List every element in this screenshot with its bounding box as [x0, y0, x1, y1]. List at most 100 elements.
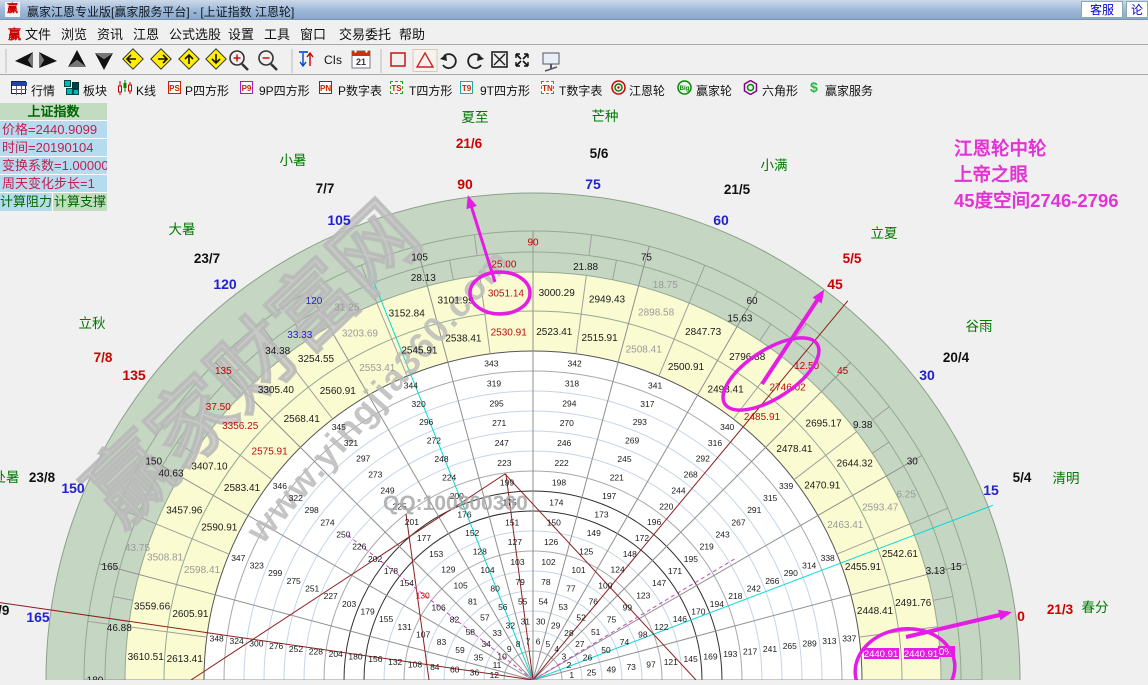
svg-text:267: 267 [731, 517, 745, 527]
svg-text:149: 149 [587, 528, 601, 538]
svg-text:56: 56 [498, 602, 508, 612]
svg-text:135: 135 [122, 367, 146, 383]
svg-text:7: 7 [526, 636, 531, 646]
svg-text:193: 193 [723, 649, 737, 659]
svg-text:7/7: 7/7 [316, 181, 335, 196]
svg-text:2538.41: 2538.41 [445, 334, 482, 345]
svg-text:98: 98 [638, 630, 648, 640]
svg-text:121: 121 [664, 657, 678, 667]
svg-text:150: 150 [61, 480, 85, 496]
svg-text:33.33: 33.33 [287, 330, 312, 341]
svg-text:33: 33 [492, 628, 502, 638]
svg-text:132: 132 [388, 657, 402, 667]
svg-text:123: 123 [636, 590, 650, 600]
svg-text:289: 289 [803, 639, 817, 649]
svg-text:2463.41: 2463.41 [827, 520, 864, 531]
svg-text:125: 125 [579, 547, 593, 557]
svg-text:315: 315 [763, 493, 777, 503]
svg-text:CIs: CIs [324, 53, 342, 67]
svg-text:222: 222 [555, 458, 569, 468]
svg-text:3559.66: 3559.66 [134, 602, 171, 613]
svg-text:195: 195 [684, 554, 698, 564]
svg-text:146: 146 [673, 614, 687, 624]
svg-text:2605.91: 2605.91 [172, 609, 209, 620]
svg-text:45: 45 [827, 276, 843, 292]
svg-text:40.63: 40.63 [158, 469, 183, 480]
svg-text:318: 318 [565, 379, 579, 389]
svg-text:268: 268 [684, 470, 698, 480]
svg-text:340: 340 [720, 422, 734, 432]
svg-text:106: 106 [432, 603, 446, 613]
svg-text:0: 0 [1017, 608, 1025, 624]
svg-text:228: 228 [309, 646, 323, 656]
svg-text:3356.25: 3356.25 [222, 421, 259, 432]
svg-text:75: 75 [585, 176, 601, 192]
svg-text:172: 172 [635, 533, 649, 543]
svg-text:23/8: 23/8 [29, 470, 56, 485]
svg-text:3152.84: 3152.84 [389, 309, 426, 320]
svg-text:197: 197 [602, 491, 616, 501]
svg-text:345: 345 [332, 422, 346, 432]
svg-text:26: 26 [583, 652, 593, 662]
svg-text:9: 9 [507, 644, 512, 654]
svg-text:3407.10: 3407.10 [191, 461, 228, 472]
svg-text:154: 154 [400, 578, 414, 588]
svg-text:2898.58: 2898.58 [638, 308, 675, 319]
svg-text:27: 27 [575, 639, 585, 649]
svg-text:105: 105 [454, 581, 468, 591]
svg-text:2542.61: 2542.61 [882, 549, 919, 560]
svg-text:275: 275 [287, 576, 301, 586]
svg-text:271: 271 [492, 418, 506, 428]
svg-text:324: 324 [230, 636, 244, 646]
svg-text:52: 52 [576, 612, 586, 622]
svg-text:130: 130 [416, 590, 430, 600]
svg-text:292: 292 [696, 454, 710, 464]
svg-text:145: 145 [684, 654, 698, 664]
svg-text:31.25: 31.25 [334, 302, 359, 313]
svg-text:60: 60 [450, 665, 460, 675]
svg-text:321: 321 [344, 438, 358, 448]
svg-text:11: 11 [493, 660, 502, 670]
svg-text:344: 344 [404, 380, 418, 390]
svg-text:248: 248 [434, 454, 448, 464]
svg-text:273: 273 [368, 470, 382, 480]
svg-text:36: 36 [470, 667, 480, 677]
svg-text:75: 75 [641, 252, 653, 263]
svg-text:122: 122 [654, 622, 668, 632]
svg-text:153: 153 [429, 549, 443, 559]
svg-text:2949.43: 2949.43 [589, 295, 626, 306]
svg-text:28.13: 28.13 [411, 273, 436, 284]
svg-text:21/6: 21/6 [456, 136, 483, 151]
svg-text:75: 75 [607, 615, 617, 625]
svg-text:35: 35 [474, 652, 484, 662]
svg-text:337: 337 [842, 633, 856, 643]
svg-text:57: 57 [480, 612, 490, 622]
svg-text:252: 252 [289, 644, 303, 654]
svg-text:5/4: 5/4 [1013, 470, 1032, 485]
svg-text:处暑: 处暑 [0, 470, 20, 485]
svg-text:2455.91: 2455.91 [845, 562, 882, 573]
svg-text:244: 244 [671, 485, 685, 495]
svg-text:2440.91: 2440.91 [864, 649, 898, 660]
svg-text:34: 34 [481, 639, 491, 649]
svg-text:3457.96: 3457.96 [166, 505, 203, 516]
svg-text:21.88: 21.88 [573, 262, 598, 273]
svg-text:243: 243 [716, 530, 730, 540]
svg-text:2593.47: 2593.47 [862, 502, 899, 513]
svg-text:99: 99 [623, 603, 633, 613]
svg-text:151: 151 [505, 517, 519, 527]
svg-text:2523.41: 2523.41 [536, 327, 573, 338]
svg-text:2530.91: 2530.91 [491, 327, 528, 338]
svg-text:100: 100 [598, 581, 612, 591]
svg-text:15.63: 15.63 [727, 314, 752, 325]
svg-text:124: 124 [611, 565, 625, 575]
svg-text:180: 180 [348, 652, 362, 662]
svg-text:80: 80 [490, 584, 500, 594]
svg-text:107: 107 [416, 630, 430, 640]
svg-text:15: 15 [983, 482, 999, 498]
svg-text:148: 148 [623, 549, 637, 559]
svg-text:59: 59 [455, 645, 465, 655]
svg-text:6: 6 [536, 636, 541, 646]
svg-text:242: 242 [747, 584, 761, 594]
svg-text:266: 266 [765, 576, 779, 586]
